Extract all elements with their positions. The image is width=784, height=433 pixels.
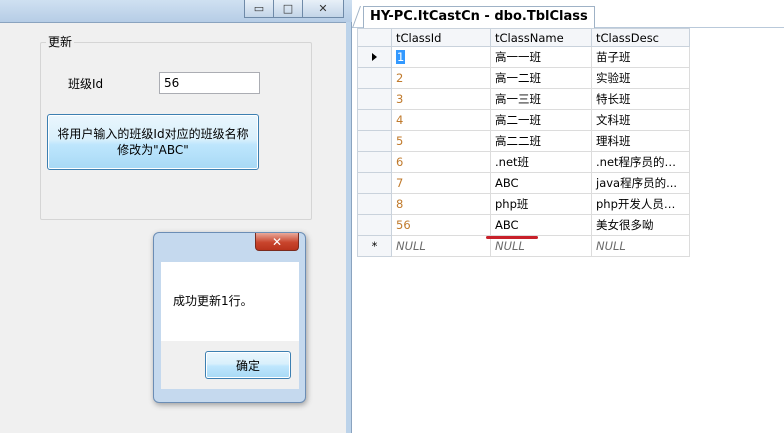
row-selector[interactable] bbox=[357, 67, 392, 89]
cell-tclassid[interactable]: NULL bbox=[391, 235, 491, 257]
message-box-close-button[interactable]: ✕ bbox=[255, 233, 299, 251]
column-header-tclassdesc[interactable]: tClassDesc bbox=[591, 28, 690, 47]
cell-tclassname[interactable]: .net班 bbox=[490, 151, 592, 173]
cell-tclassid[interactable]: 7 bbox=[391, 172, 491, 194]
title-bar[interactable]: ▭ □ ✕ bbox=[0, 0, 352, 22]
cell-tclassname[interactable]: 高一三班 bbox=[490, 88, 592, 110]
cell-tclassdesc[interactable]: java程序员的... bbox=[591, 172, 690, 194]
minimize-button[interactable]: ▭ bbox=[244, 0, 274, 18]
class-id-input[interactable]: 56 bbox=[159, 72, 260, 94]
row-selector[interactable] bbox=[357, 151, 392, 173]
ok-button[interactable]: 确定 bbox=[205, 351, 291, 379]
grid-header-row: tClassId tClassName tClassDesc bbox=[357, 28, 690, 47]
results-grid: tClassId tClassName tClassDesc 1 高一一班 苗子… bbox=[357, 28, 690, 257]
active-cell-value: 1 bbox=[396, 50, 406, 64]
message-box: ✕ 成功更新1行。 确定 bbox=[153, 232, 306, 403]
cell-tclassdesc[interactable]: NULL bbox=[591, 235, 690, 257]
cell-tclassid[interactable]: 3 bbox=[391, 88, 491, 110]
row-selector[interactable] bbox=[357, 109, 392, 131]
cell-tclassid[interactable]: 4 bbox=[391, 109, 491, 131]
cell-tclassdesc[interactable]: php开发人员的... bbox=[591, 193, 690, 215]
table-row[interactable]: 8 php班 php开发人员的... bbox=[357, 193, 690, 215]
row-selector[interactable] bbox=[357, 172, 392, 194]
table-row[interactable]: 5 高二二班 理科班 bbox=[357, 130, 690, 152]
cell-tclassname[interactable]: 高二一班 bbox=[490, 109, 592, 131]
row-selector[interactable] bbox=[357, 193, 392, 215]
cell-tclassid[interactable]: 5 bbox=[391, 130, 491, 152]
table-row[interactable]: 56 ABC 美女很多呦 bbox=[357, 214, 690, 236]
table-row[interactable]: 3 高一三班 特长班 bbox=[357, 88, 690, 110]
cell-tclassdesc[interactable]: 实验班 bbox=[591, 67, 690, 89]
update-class-name-button[interactable]: 将用户输入的班级Id对应的班级名称 修改为"ABC" bbox=[47, 114, 259, 170]
row-selector[interactable] bbox=[357, 88, 392, 110]
cell-tclassid[interactable]: 6 bbox=[391, 151, 491, 173]
cell-tclassname[interactable]: php班 bbox=[490, 193, 592, 215]
message-box-body: 成功更新1行。 bbox=[161, 262, 299, 341]
cell-tclassname[interactable]: 高二二班 bbox=[490, 130, 592, 152]
row-selector[interactable] bbox=[357, 46, 392, 68]
class-id-label: 班级Id bbox=[68, 77, 104, 91]
cell-tclassdesc[interactable]: 美女很多呦 bbox=[591, 214, 690, 236]
cell-tclassname[interactable]: ABC bbox=[490, 172, 592, 194]
row-selector-header[interactable] bbox=[357, 28, 392, 47]
row-selector[interactable] bbox=[357, 130, 392, 152]
cell-tclassname[interactable]: ABC bbox=[490, 214, 592, 236]
table-row[interactable]: 6 .net班 .net程序员的摇篮 bbox=[357, 151, 690, 173]
cell-tclassid[interactable]: 1 bbox=[391, 46, 491, 68]
column-header-tclassid[interactable]: tClassId bbox=[391, 28, 491, 47]
groupbox-title: 更新 bbox=[46, 33, 75, 50]
red-underline-annotation bbox=[486, 236, 538, 239]
tab-tblclass[interactable]: HY-PC.ItCastCn - dbo.TblClass bbox=[363, 6, 595, 28]
message-text: 成功更新1行。 bbox=[173, 294, 253, 308]
caption-buttons: ▭ □ ✕ bbox=[244, 0, 344, 18]
column-header-tclassname[interactable]: tClassName bbox=[490, 28, 592, 47]
cell-tclassid[interactable]: 56 bbox=[391, 214, 491, 236]
cell-tclassdesc[interactable]: 文科班 bbox=[591, 109, 690, 131]
cell-tclassdesc[interactable]: 苗子班 bbox=[591, 46, 690, 68]
cell-tclassdesc[interactable]: 特长班 bbox=[591, 88, 690, 110]
cell-tclassid[interactable]: 8 bbox=[391, 193, 491, 215]
new-row-asterisk-icon: * bbox=[357, 235, 392, 257]
close-button[interactable]: ✕ bbox=[302, 0, 344, 18]
cell-tclassdesc[interactable]: 理科班 bbox=[591, 130, 690, 152]
current-row-arrow-icon bbox=[372, 53, 377, 61]
cell-tclassid[interactable]: 2 bbox=[391, 67, 491, 89]
cell-tclassname[interactable]: 高一二班 bbox=[490, 67, 592, 89]
row-selector[interactable] bbox=[357, 214, 392, 236]
cell-tclassdesc[interactable]: .net程序员的摇篮 bbox=[591, 151, 690, 173]
message-box-footer: 确定 bbox=[161, 341, 299, 389]
maximize-button[interactable]: □ bbox=[273, 0, 303, 18]
table-row[interactable]: 2 高一二班 实验班 bbox=[357, 67, 690, 89]
table-row[interactable]: 4 高二一班 文科班 bbox=[357, 109, 690, 131]
cell-tclassname[interactable]: 高一一班 bbox=[490, 46, 592, 68]
table-row[interactable]: 7 ABC java程序员的... bbox=[357, 172, 690, 194]
document-tabstrip: HY-PC.ItCastCn - dbo.TblClass bbox=[351, 0, 784, 28]
table-row[interactable]: 1 高一一班 苗子班 bbox=[357, 46, 690, 68]
